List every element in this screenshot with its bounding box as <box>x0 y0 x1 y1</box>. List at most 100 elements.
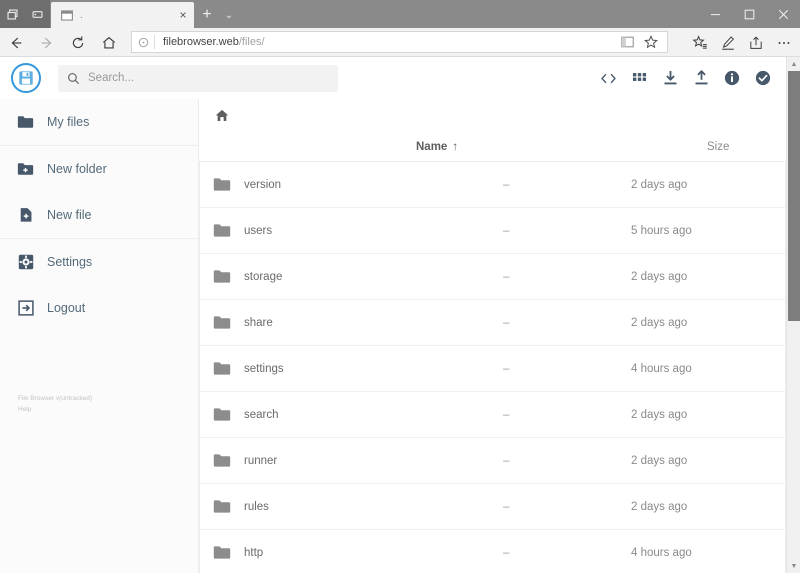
folder-icon <box>212 221 232 241</box>
sidebar-item-label: Logout <box>47 301 86 315</box>
titlebar-left-buttons <box>0 0 50 28</box>
scrollbar-thumb[interactable] <box>788 71 800 321</box>
browser-titlebar: . × + ⌄ <box>0 0 800 28</box>
set-aside-tabs-button[interactable] <box>0 0 25 28</box>
file-plus-icon <box>17 207 34 224</box>
floppy-disk-logo[interactable] <box>11 63 41 93</box>
address-bar-actions <box>615 32 667 52</box>
share-icon[interactable] <box>742 28 770 57</box>
sidebar-item-label: My files <box>47 115 90 129</box>
new-tab-button[interactable]: + <box>196 4 218 26</box>
table-row[interactable]: runner – 2 days ago <box>200 438 785 484</box>
sidebar-item-new-folder[interactable]: New folder <box>0 146 198 192</box>
table-row[interactable]: http – 4 hours ago <box>200 530 785 573</box>
file-modified: 4 hours ago <box>631 362 692 375</box>
column-header-size[interactable]: Size <box>707 141 729 153</box>
back-arrow-icon[interactable] <box>0 28 31 57</box>
reading-view-icon[interactable] <box>615 32 639 52</box>
folder-icon <box>212 359 232 379</box>
file-size: – <box>503 546 510 559</box>
file-name: runner <box>244 454 278 467</box>
sidebar: My files New folder New file Settings Lo… <box>0 99 199 573</box>
file-rows: version – 2 days ago users – 5 hours ago stora… <box>200 162 785 573</box>
sidebar-item-logout[interactable]: Logout <box>0 285 198 331</box>
gear-icon <box>17 254 34 271</box>
search-icon <box>58 72 88 85</box>
home-icon[interactable] <box>93 28 124 57</box>
file-modified: 2 days ago <box>631 316 688 329</box>
sidebar-item-label: New file <box>47 208 92 222</box>
close-icon[interactable]: × <box>172 2 194 28</box>
close-window-button[interactable] <box>766 0 800 28</box>
page-viewport: Search... My files New folder New file S… <box>0 57 800 573</box>
url-path: /files/ <box>238 36 265 48</box>
address-bar[interactable]: filebrowser.web/files/ <box>131 31 668 53</box>
grid-view-icon[interactable] <box>628 67 650 89</box>
folder-icon <box>212 497 232 517</box>
minimize-button[interactable] <box>698 0 732 28</box>
sidebar-footer: File Browser v(untracked) Help <box>18 394 92 415</box>
file-name: settings <box>244 362 284 375</box>
file-name: share <box>244 316 273 329</box>
folder-plus-icon <box>17 161 34 178</box>
sidebar-item-settings[interactable]: Settings <box>0 239 198 285</box>
logout-icon <box>17 300 34 317</box>
column-header-name[interactable]: Name ↑ <box>416 141 458 153</box>
folder-icon <box>212 267 232 287</box>
browser-tab[interactable]: . × <box>51 2 194 28</box>
file-size: – <box>503 500 510 513</box>
folder-icon <box>212 451 232 471</box>
table-row[interactable]: version – 2 days ago <box>200 162 785 208</box>
tabs-you-set-aside-button[interactable] <box>25 0 50 28</box>
scroll-down-arrow-icon[interactable]: ▼ <box>787 559 800 573</box>
help-link[interactable]: Help <box>18 405 92 416</box>
sidebar-item-new-file[interactable]: New file <box>0 192 198 238</box>
home-icon[interactable] <box>214 108 230 124</box>
search-bar[interactable]: Search... <box>58 64 338 92</box>
web-notes-icon[interactable] <box>714 28 742 57</box>
file-size: – <box>503 408 510 421</box>
window-controls <box>698 0 800 28</box>
app-header: Search... <box>0 57 786 99</box>
check-circle-icon[interactable] <box>752 67 774 89</box>
file-size: – <box>503 270 510 283</box>
chevron-down-icon[interactable]: ⌄ <box>218 4 240 26</box>
file-modified: 5 hours ago <box>631 224 692 237</box>
more-options-button[interactable] <box>770 28 798 57</box>
browser-window: . × + ⌄ filebrowser.web/files/ Search...… <box>0 0 800 573</box>
star-icon[interactable] <box>639 32 663 52</box>
info-circle-icon[interactable] <box>721 67 743 89</box>
sidebar-item-my-files[interactable]: My files <box>0 99 198 145</box>
file-size: – <box>503 316 510 329</box>
table-row[interactable]: search – 2 days ago <box>200 392 785 438</box>
file-modified: 2 days ago <box>631 178 688 191</box>
table-header: Name ↑ Size Last modified <box>199 132 786 162</box>
scroll-up-arrow-icon[interactable]: ▲ <box>787 57 800 71</box>
breadcrumb <box>199 99 786 132</box>
download-icon[interactable] <box>659 67 681 89</box>
search-input[interactable]: Search... <box>88 72 134 84</box>
refresh-icon[interactable] <box>62 28 93 57</box>
folder-icon <box>212 313 232 333</box>
forward-arrow-icon[interactable] <box>31 28 62 57</box>
upload-icon[interactable] <box>690 67 712 89</box>
browser-toolbar-right <box>686 28 798 57</box>
url-domain: filebrowser.web <box>163 36 239 48</box>
table-row[interactable]: share – 2 days ago <box>200 300 785 346</box>
file-name: search <box>244 408 279 421</box>
file-modified: 2 days ago <box>631 408 688 421</box>
table-row[interactable]: rules – 2 days ago <box>200 484 785 530</box>
favorites-star-icon[interactable] <box>686 28 714 57</box>
maximize-button[interactable] <box>732 0 766 28</box>
table-row[interactable]: users – 5 hours ago <box>200 208 785 254</box>
file-modified: 2 days ago <box>631 270 688 283</box>
folder-icon <box>212 175 232 195</box>
file-modified: 2 days ago <box>631 454 688 467</box>
file-name: version <box>244 178 282 191</box>
site-info-icon[interactable] <box>132 37 154 48</box>
code-brackets-icon[interactable] <box>597 67 619 89</box>
file-name: http <box>244 546 264 559</box>
table-row[interactable]: storage – 2 days ago <box>200 254 785 300</box>
table-row[interactable]: settings – 4 hours ago <box>200 346 785 392</box>
page-scrollbar[interactable]: ▲ ▼ <box>786 57 800 573</box>
